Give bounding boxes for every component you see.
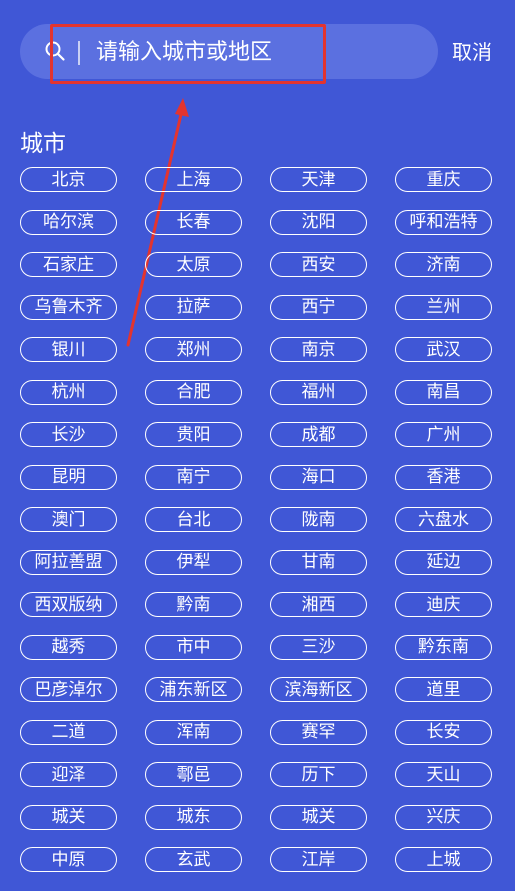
search-bar[interactable] bbox=[20, 24, 438, 79]
city-chip[interactable]: 武汉 bbox=[395, 337, 492, 362]
city-chip[interactable]: 台北 bbox=[145, 507, 242, 532]
city-chip[interactable]: 黔南 bbox=[145, 592, 242, 617]
city-chip[interactable]: 郑州 bbox=[145, 337, 242, 362]
city-chip[interactable]: 香港 bbox=[395, 464, 492, 490]
city-chip[interactable]: 杭州 bbox=[20, 379, 117, 405]
city-chip[interactable]: 江岸 bbox=[270, 847, 367, 872]
city-chip[interactable]: 巴彦淖尔 bbox=[20, 677, 117, 702]
city-chip[interactable]: 北京 bbox=[20, 167, 117, 192]
city-chip[interactable]: 上城 bbox=[395, 847, 492, 872]
city-chip[interactable]: 广州 bbox=[395, 422, 492, 447]
city-chip[interactable]: 银川 bbox=[20, 337, 117, 362]
city-chip[interactable]: 浦东新区 bbox=[145, 677, 242, 702]
section-title: 城市 bbox=[20, 131, 66, 157]
city-chip[interactable]: 兴庆 bbox=[395, 804, 492, 830]
city-chip[interactable]: 陇南 bbox=[270, 507, 367, 532]
city-chip[interactable]: 福州 bbox=[270, 379, 367, 405]
city-chip[interactable]: 道里 bbox=[395, 677, 492, 702]
city-chip[interactable]: 越秀 bbox=[20, 634, 117, 660]
city-chip[interactable]: 西双版纳 bbox=[20, 592, 117, 617]
city-chip[interactable]: 甘南 bbox=[270, 549, 367, 575]
city-chip[interactable]: 鄠邑 bbox=[145, 762, 242, 787]
city-chip[interactable]: 历下 bbox=[270, 762, 367, 787]
city-chip[interactable]: 昆明 bbox=[20, 464, 117, 490]
city-chip[interactable]: 拉萨 bbox=[145, 294, 242, 320]
city-chip[interactable]: 西安 bbox=[270, 252, 367, 277]
city-chip[interactable]: 重庆 bbox=[395, 167, 492, 192]
city-chip[interactable]: 市中 bbox=[145, 634, 242, 660]
city-chip[interactable]: 天山 bbox=[395, 762, 492, 787]
city-chip[interactable]: 合肥 bbox=[145, 379, 242, 405]
city-grid: 北京 上海 天津 重庆哈尔滨 长春 沈阳 呼和浩特石家庄 太原 西安 济南乌鲁木齐 拉萨 西宁 兰州银川… bbox=[20, 167, 495, 872]
city-chip[interactable]: 石家庄 bbox=[20, 252, 117, 277]
city-chip[interactable]: 南昌 bbox=[395, 379, 492, 405]
city-chip[interactable]: 呼和浩特 bbox=[395, 209, 492, 235]
city-chip[interactable]: 六盘水 bbox=[395, 507, 492, 532]
search-input[interactable] bbox=[80, 34, 420, 70]
city-chip[interactable]: 长沙 bbox=[20, 422, 117, 447]
city-chip[interactable]: 海口 bbox=[270, 464, 367, 490]
city-chip[interactable]: 三沙 bbox=[270, 634, 367, 660]
city-chip[interactable]: 天津 bbox=[270, 167, 367, 192]
city-chip[interactable]: 贵阳 bbox=[145, 422, 242, 447]
city-chip[interactable]: 赛罕 bbox=[270, 719, 367, 745]
city-chip[interactable]: 太原 bbox=[145, 252, 242, 277]
cancel-button[interactable]: 取消 bbox=[446, 36, 498, 68]
city-chip[interactable]: 南宁 bbox=[145, 464, 242, 490]
search-icon bbox=[45, 41, 65, 61]
city-chip[interactable]: 伊犁 bbox=[145, 549, 242, 575]
city-chip[interactable]: 浑南 bbox=[145, 719, 242, 745]
city-chip[interactable]: 城关 bbox=[270, 804, 367, 830]
city-chip[interactable]: 南京 bbox=[270, 337, 367, 362]
city-chip[interactable]: 兰州 bbox=[395, 294, 492, 320]
city-chip[interactable]: 迎泽 bbox=[20, 762, 117, 787]
city-chip[interactable]: 二道 bbox=[20, 719, 117, 745]
city-chip[interactable]: 长安 bbox=[395, 719, 492, 745]
city-chip[interactable]: 沈阳 bbox=[270, 209, 367, 235]
city-chip[interactable]: 黔东南 bbox=[395, 634, 492, 660]
city-chip[interactable]: 滨海新区 bbox=[270, 677, 367, 702]
city-chip[interactable]: 哈尔滨 bbox=[20, 209, 117, 235]
city-chip[interactable]: 上海 bbox=[145, 167, 242, 192]
city-chip[interactable]: 湘西 bbox=[270, 592, 367, 617]
city-chip[interactable]: 城关 bbox=[20, 804, 117, 830]
city-chip[interactable]: 城东 bbox=[145, 804, 242, 830]
city-chip[interactable]: 济南 bbox=[395, 252, 492, 277]
city-chip[interactable]: 阿拉善盟 bbox=[20, 549, 117, 575]
city-chip[interactable]: 澳门 bbox=[20, 507, 117, 532]
city-chip[interactable]: 乌鲁木齐 bbox=[20, 294, 117, 320]
city-chip[interactable]: 玄武 bbox=[145, 847, 242, 872]
city-chip[interactable]: 长春 bbox=[145, 209, 242, 235]
city-chip[interactable]: 西宁 bbox=[270, 294, 367, 320]
city-chip[interactable]: 延边 bbox=[395, 549, 492, 575]
city-chip[interactable]: 中原 bbox=[20, 847, 117, 872]
city-chip[interactable]: 迪庆 bbox=[395, 592, 492, 617]
city-chip[interactable]: 成都 bbox=[270, 422, 367, 447]
